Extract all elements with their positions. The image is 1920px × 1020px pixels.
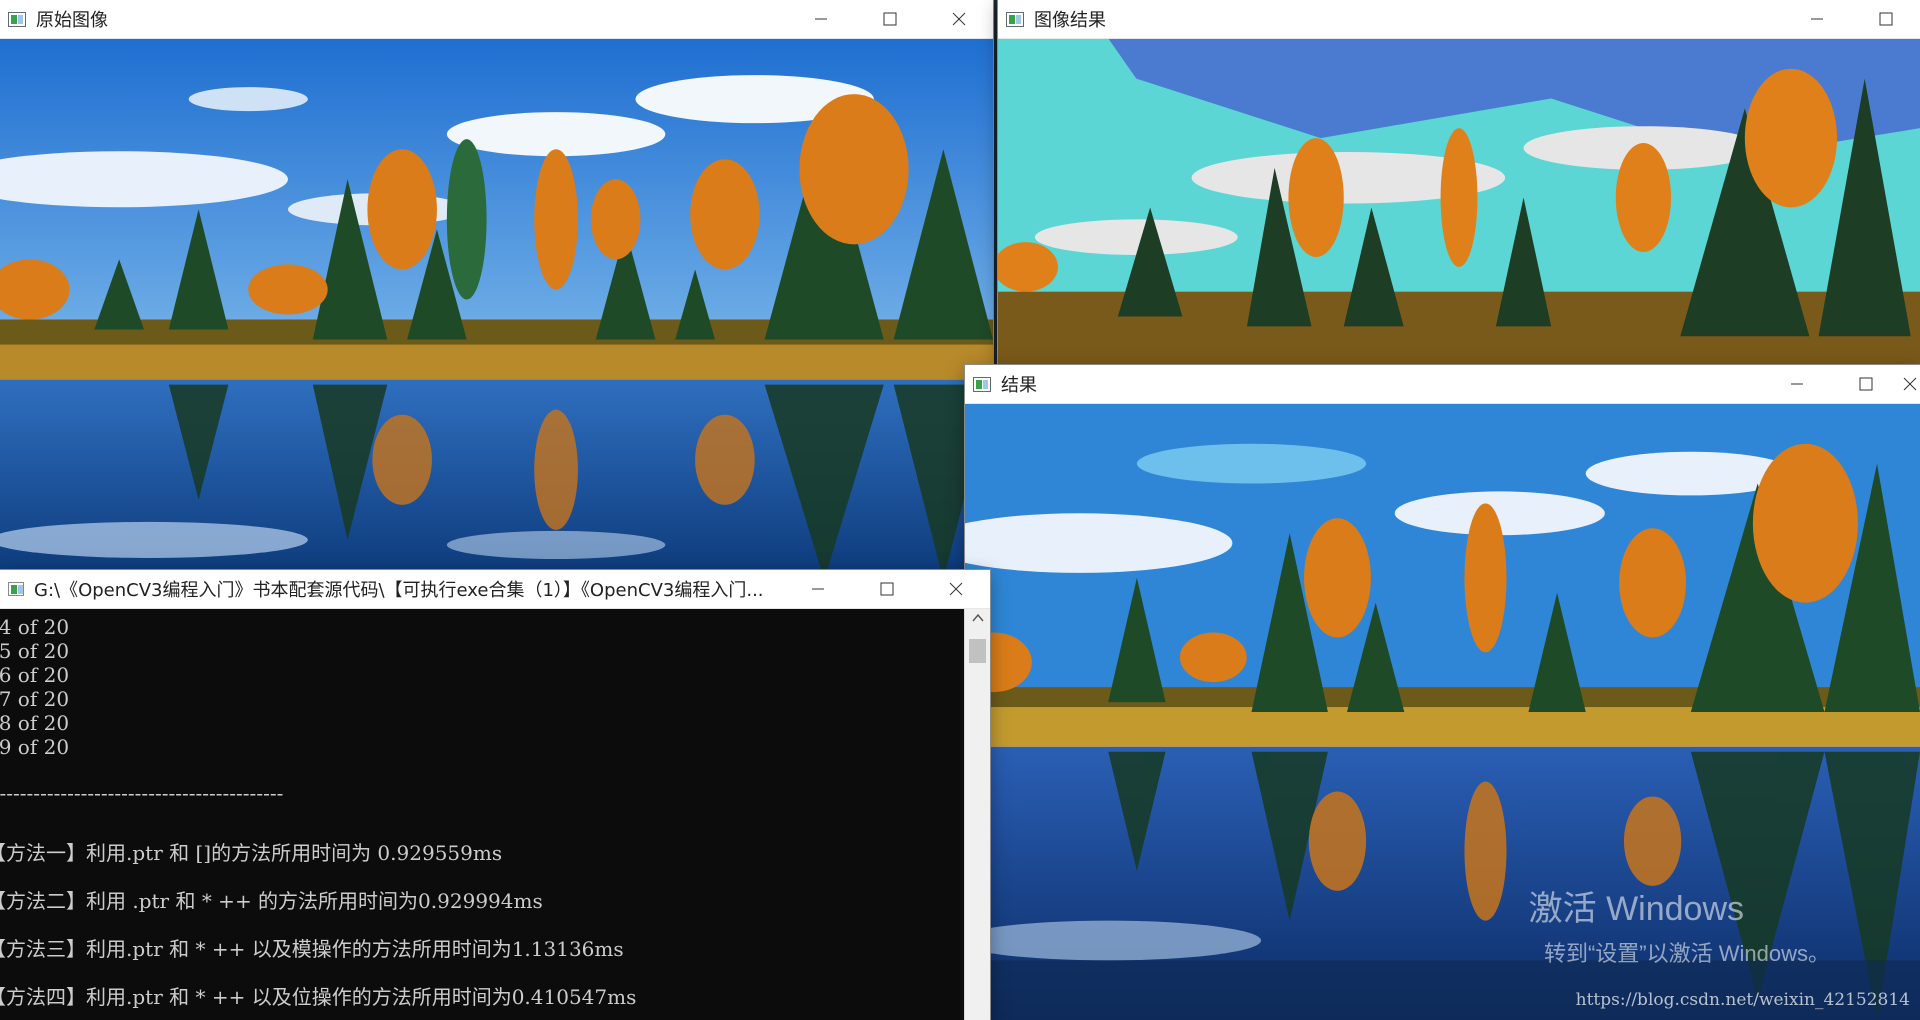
- close-icon: [1903, 377, 1917, 391]
- processed-landscape-image: [965, 404, 1920, 1020]
- maximize-button[interactable]: [852, 570, 921, 608]
- opencv-window-icon: [1006, 11, 1024, 27]
- console-line: 15 of 20: [0, 639, 70, 663]
- result-image: 激活 Windows 转到“设置”以激活 Windows。 https://bl…: [965, 404, 1920, 1020]
- maximize-icon: [880, 582, 893, 596]
- minimize-icon: [814, 18, 827, 20]
- close-button[interactable]: [1900, 365, 1920, 403]
- csdn-watermark: https://blog.csdn.net/weixin_42152814: [1575, 990, 1910, 1010]
- result-top-image: [998, 39, 1920, 366]
- minimize-icon: [1810, 18, 1823, 20]
- minimize-icon: [1790, 383, 1803, 385]
- console-window[interactable]: G:\《OpenCV3编程入门》书本配套源代码\【可执行exe合集（1）】《Op…: [0, 570, 990, 1020]
- window-title: 原始图像: [36, 10, 108, 31]
- maximize-icon: [1879, 12, 1892, 26]
- minimize-button[interactable]: [783, 570, 852, 608]
- console-output[interactable]: 14 of 20 15 of 20 16 of 20 17 of 20 18 o…: [0, 609, 990, 1020]
- console-result-line: 【方法二】利用 .ptr 和 * ++ 的方法所用时间为0.929994ms: [0, 889, 543, 913]
- window-title: 图像结果: [1034, 10, 1106, 31]
- opencv-window-icon: [973, 376, 991, 392]
- console-line: 18 of 20: [0, 711, 70, 735]
- scrollbar-thumb[interactable]: [969, 639, 986, 663]
- window-title: 结果: [1001, 375, 1037, 396]
- console-lines: 14 of 20 15 of 20 16 of 20 17 of 20 18 o…: [0, 615, 964, 1020]
- close-icon: [952, 12, 965, 26]
- close-button[interactable]: [924, 0, 993, 38]
- maximize-button[interactable]: [1831, 365, 1900, 403]
- opencv-window-icon: [8, 11, 26, 27]
- close-button[interactable]: [921, 570, 990, 608]
- minimize-button[interactable]: [1782, 0, 1851, 38]
- console-line: 14 of 20: [0, 615, 70, 639]
- result-top-window[interactable]: 图像结果: [998, 0, 1920, 366]
- original-image-window[interactable]: 原始图像: [0, 0, 993, 580]
- result-window-titlebar[interactable]: 结果: [965, 365, 1920, 404]
- landscape-image: [0, 39, 993, 580]
- console-result-line: 【方法一】利用.ptr 和 []的方法所用时间为 0.929559ms: [0, 841, 503, 865]
- original-window-titlebar[interactable]: 原始图像: [0, 0, 993, 39]
- console-line: 19 of 20: [0, 735, 70, 759]
- result-top-titlebar[interactable]: 图像结果: [998, 0, 1920, 39]
- result-window[interactable]: 结果 激活 Windows 转到“设置”以激活 Windows。 https:/…: [965, 365, 1920, 1020]
- minimize-icon: [811, 588, 824, 590]
- maximize-icon: [1859, 377, 1872, 391]
- console-titlebar[interactable]: G:\《OpenCV3编程入门》书本配套源代码\【可执行exe合集（1）】《Op…: [0, 570, 990, 609]
- console-line: 16 of 20: [0, 663, 70, 687]
- scroll-up-arrow-icon[interactable]: [965, 613, 990, 631]
- console-result-line: 【方法三】利用.ptr 和 * ++ 以及模操作的方法所用时间为1.13136m…: [0, 937, 624, 961]
- minimize-button[interactable]: [1762, 365, 1831, 403]
- minimize-button[interactable]: [786, 0, 855, 38]
- original-image: [0, 39, 993, 580]
- maximize-icon: [883, 12, 896, 26]
- console-window-title: G:\《OpenCV3编程入门》书本配套源代码\【可执行exe合集（1）】《Op…: [34, 580, 764, 601]
- console-separator: ----------------------------------------…: [0, 781, 284, 805]
- activation-watermark-subtitle: 转到“设置”以激活 Windows。: [1543, 941, 1830, 966]
- maximize-button[interactable]: [1851, 0, 1920, 38]
- console-result-line: 【方法四】利用.ptr 和 * ++ 以及位操作的方法所用时间为0.410547…: [0, 985, 637, 1009]
- color-reduced-landscape-image: [998, 39, 1920, 366]
- close-icon: [949, 582, 962, 596]
- console-scrollbar[interactable]: [964, 609, 990, 1020]
- console-line: 17 of 20: [0, 687, 70, 711]
- activation-watermark-title: 激活 Windows: [1528, 890, 1744, 928]
- console-app-icon: [8, 582, 24, 596]
- maximize-button[interactable]: [855, 0, 924, 38]
